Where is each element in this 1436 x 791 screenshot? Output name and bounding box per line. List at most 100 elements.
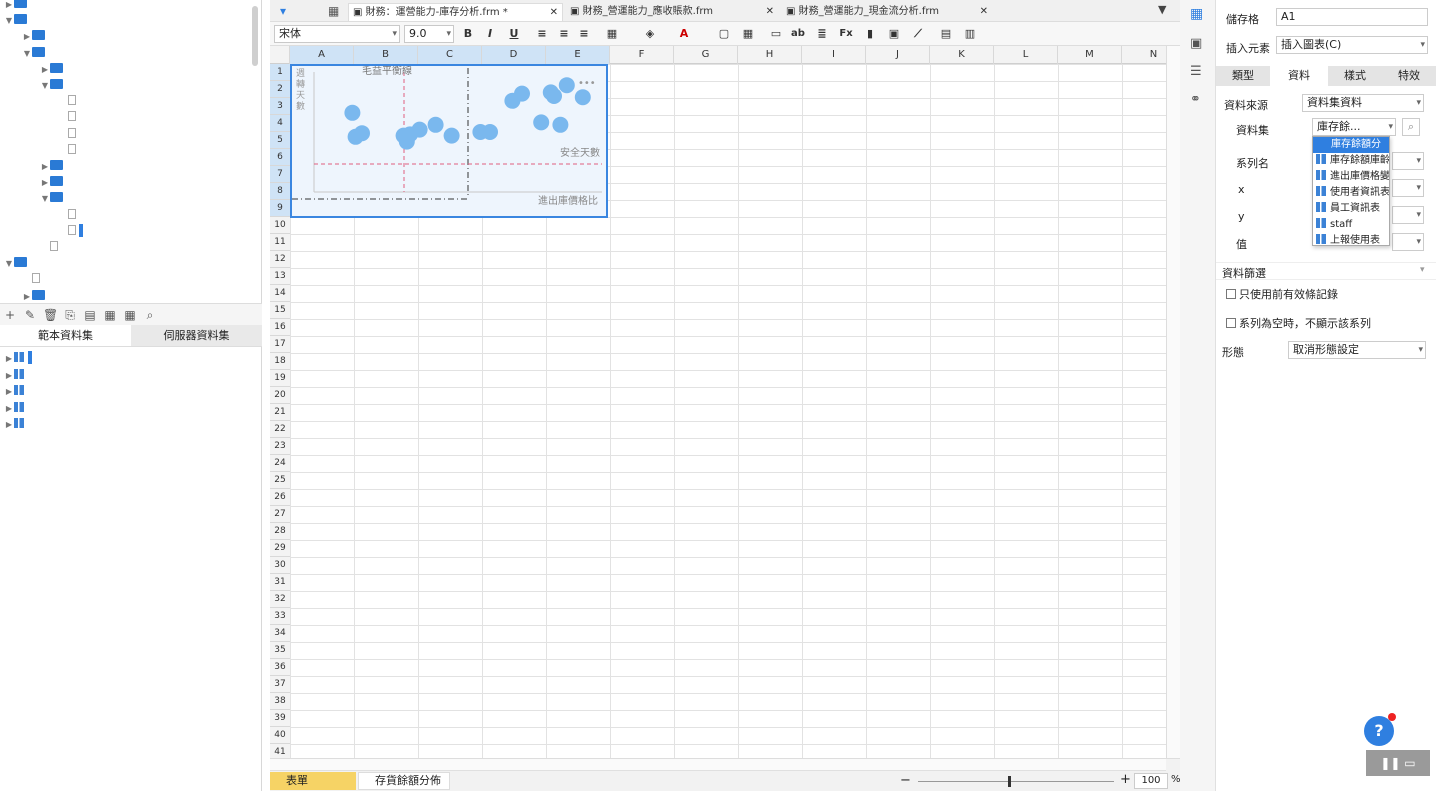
y-select[interactable]: ▾ [1392, 206, 1424, 224]
grid-layout-icon[interactable]: ▦ [328, 4, 339, 18]
row-header[interactable]: 31 [270, 574, 290, 591]
row-header[interactable]: 11 [270, 234, 290, 251]
column-header[interactable]: M [1058, 46, 1122, 64]
vertical-scrollbar[interactable] [1166, 46, 1180, 758]
checkbox[interactable] [1226, 318, 1236, 328]
shape-select[interactable]: 取消形態設定 ▾ [1288, 341, 1426, 359]
dataset-item[interactable]: ▶ [4, 400, 28, 416]
dropdown-option[interactable]: 使用者資訊表 [1313, 185, 1389, 201]
spreadsheet-grid[interactable]: ABCDEFGHIJKLMN 1 2 3 4 5 6 7 8 9 10 11 12 13 14 15 16 17… [270, 46, 1166, 758]
file-tab-cashflow[interactable]: ▣ 財務_營運能力_現金流分析.frm ✕ [782, 3, 992, 21]
row-header[interactable]: 14 [270, 285, 290, 302]
slash-icon[interactable]: ⟋ [910, 26, 926, 42]
delete-icon[interactable]: 🗑 [43, 308, 58, 322]
row-header[interactable]: 22 [270, 421, 290, 438]
tree-item[interactable]: ▶ [40, 174, 66, 190]
column-header[interactable]: N [1122, 46, 1166, 64]
column-header[interactable]: G [674, 46, 738, 64]
merge-icon[interactable]: ▢ [716, 26, 732, 42]
insert-chart-icon[interactable]: ▮ [862, 26, 878, 42]
column-header[interactable]: H [738, 46, 802, 64]
dataset-dropdown-list[interactable]: 庫存餘額分 庫存餘額庫齡 進出庫價格變 使用者資訊表 員工資訊表 staff 上報使用表 [1312, 136, 1390, 246]
tree-item[interactable] [22, 271, 43, 287]
row-header[interactable]: 32 [270, 591, 290, 608]
zoom-handle[interactable] [1008, 776, 1011, 787]
tree-item[interactable] [58, 109, 79, 125]
sheet-tab[interactable]: 表單 [270, 772, 356, 790]
row-header[interactable]: 39 [270, 710, 290, 727]
expand-arrow-icon[interactable]: ▼ [4, 256, 14, 272]
textbox-icon[interactable]: ▭ [768, 26, 784, 42]
row-header[interactable]: 40 [270, 727, 290, 744]
dropdown-option[interactable]: 庫存餘額分 [1313, 137, 1389, 153]
column-header[interactable]: I [802, 46, 866, 64]
tree-scrollbar[interactable] [252, 6, 258, 66]
expand-arrow-icon[interactable]: ▶ [4, 0, 14, 13]
subreport-icon[interactable]: ▤ [938, 26, 954, 42]
fill-color-icon[interactable]: ◈ [642, 26, 658, 42]
tree-item[interactable] [58, 142, 79, 158]
tree-item[interactable]: ▼ [40, 190, 66, 206]
check-hide-empty[interactable]: 系列為空時，不顯示該系列 [1226, 315, 1371, 331]
font-size-select[interactable]: 9.0 ▾ [404, 25, 454, 43]
row-header[interactable]: 19 [270, 370, 290, 387]
row-header[interactable]: 8 [270, 183, 290, 200]
add-icon[interactable]: + [3, 308, 17, 322]
row-header[interactable]: 37 [270, 676, 290, 693]
tree-item[interactable]: ▼ [4, 12, 30, 28]
row-header[interactable]: 20 [270, 387, 290, 404]
row-header[interactable]: 33 [270, 608, 290, 625]
x-select[interactable]: ▾ [1392, 179, 1424, 197]
richtext-icon[interactable]: ≣ [814, 26, 830, 42]
dataset-item[interactable]: ▶ [4, 383, 28, 399]
hscroll[interactable] [270, 759, 1166, 771]
tree-item[interactable]: ▼ [22, 45, 48, 61]
zoom-slider[interactable] [918, 781, 1114, 782]
column-header[interactable]: D [482, 46, 546, 64]
row-header[interactable]: 3 [270, 98, 290, 115]
grid-icon[interactable]: ▥ [962, 26, 978, 42]
dataset-select[interactable]: 庫存餘... ▾ [1312, 118, 1396, 136]
row-header[interactable]: 26 [270, 489, 290, 506]
expand-arrow-icon[interactable]: ▶ [40, 159, 50, 175]
row-header[interactable]: 15 [270, 302, 290, 319]
column-header[interactable]: C [418, 46, 482, 64]
value-select[interactable]: ▾ [1392, 233, 1424, 251]
column-header[interactable]: F [610, 46, 674, 64]
dataset-item[interactable]: ▶ [4, 350, 32, 366]
tree-item[interactable] [58, 126, 79, 142]
zoom-input[interactable]: 100 [1134, 773, 1168, 789]
dropdown-option[interactable]: 進出庫價格變 [1313, 169, 1389, 185]
font-family-select[interactable]: 宋体 ▾ [274, 25, 400, 43]
expand-arrow-icon[interactable]: ▶ [4, 368, 14, 384]
expand-arrow-icon[interactable]: ▶ [4, 401, 14, 417]
image-icon[interactable]: ▣ [886, 26, 902, 42]
bold-button[interactable]: B [460, 26, 476, 42]
expand-arrow-icon[interactable]: ▶ [4, 384, 14, 400]
copy-icon[interactable]: ▤ [83, 308, 97, 322]
row-header[interactable]: 9 [270, 200, 290, 217]
widget-properties-icon[interactable]: ▣ [1190, 36, 1202, 51]
row-header[interactable]: 2 [270, 81, 290, 98]
tab-template-dataset[interactable]: 範本資料集 [0, 325, 131, 346]
condition-icon[interactable]: ☰ [1190, 64, 1202, 79]
tree-item[interactable]: ▼ [4, 255, 30, 271]
check-valid-records[interactable]: 只使用前有效條記錄 [1226, 286, 1338, 302]
row-header[interactable]: 7 [270, 166, 290, 183]
row-header[interactable]: 21 [270, 404, 290, 421]
expand-arrow-icon[interactable]: ▼ [40, 78, 50, 94]
cell-properties-icon[interactable]: ▦ [1190, 6, 1203, 22]
expand-arrow-icon[interactable]: ▶ [40, 62, 50, 78]
dataset-item[interactable]: ▶ [4, 367, 28, 383]
align-right-icon[interactable]: ≡ [576, 26, 592, 42]
expand-arrow-icon[interactable]: ▼ [40, 191, 50, 207]
db-refresh-icon[interactable]: ▦ [123, 308, 137, 322]
tree-item[interactable]: ▶ [40, 158, 66, 174]
link-icon[interactable]: ⚭ [1190, 92, 1201, 107]
tab-server-dataset[interactable]: 伺服器資料集 [131, 325, 262, 346]
tab-data[interactable]: 資料 [1272, 66, 1326, 86]
dropdown-option[interactable]: 員工資訊表 [1313, 201, 1389, 217]
dataset-item[interactable]: ▶ [4, 416, 28, 432]
formula-icon[interactable]: Fx [838, 26, 854, 42]
tree-item[interactable] [58, 223, 83, 239]
